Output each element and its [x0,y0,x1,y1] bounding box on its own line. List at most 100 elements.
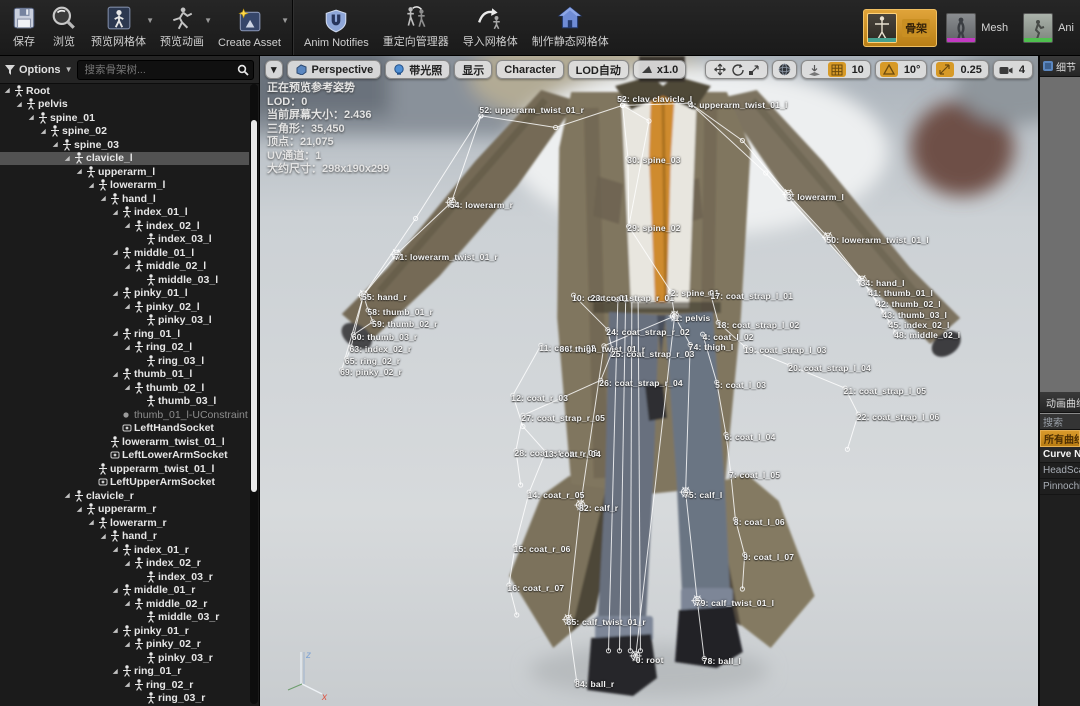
tree-row-spine_02[interactable]: ◢spine_02 [0,125,249,139]
tree-row-index_03_l[interactable]: index_03_l [0,233,249,247]
mode-animation-button[interactable]: Ani [1020,10,1080,46]
preview-mesh-button[interactable]: ▼ 预览网格体 [84,2,153,53]
curve-row[interactable]: HeadScale [1040,463,1080,479]
tree-row-lefthandsocket[interactable]: LeftHandSocket [0,422,249,436]
bone-label[interactable]: 34: hand_l [861,278,905,288]
tree-row-thumb_01_l[interactable]: ◢thumb_01_l [0,368,249,382]
save-button[interactable]: 保存 [4,2,44,53]
tree-row-spine_03[interactable]: ◢spine_03 [0,138,249,152]
tree-row-leftlowerarmsocket[interactable]: LeftLowerArmSocket [0,449,249,463]
bone-label[interactable]: 63: index_02_r [349,344,411,354]
bone-label[interactable]: 74: thigh_l [689,342,734,352]
tree-row-pinky_02_r[interactable]: ◢pinky_02_r [0,638,249,652]
bone-label[interactable]: 48: middle_02_l [894,330,960,340]
bone-label[interactable]: 55: hand_r [362,292,407,302]
bone-label[interactable]: 4: coat_l_02 [703,332,754,342]
tree-row-pinky_03_l[interactable]: pinky_03_l [0,314,249,328]
bone-label[interactable]: 69: pinky_02_r [340,367,402,377]
tree-row-ring_03_r[interactable]: ring_03_r [0,692,249,706]
tree-row-index_02_l[interactable]: ◢index_02_l [0,219,249,233]
options-filter-button[interactable]: Options ▼ [5,64,72,76]
bone-label[interactable]: 26: coat_strap_r_04 [599,378,683,388]
bone-label[interactable]: 14: coat_r_05 [528,490,585,500]
bone-label[interactable]: 24: coat_strap_r_02 [606,327,690,337]
retarget-manager-button[interactable]: 重定向管理器 [376,2,456,53]
tree-row-pinky_01_r[interactable]: ◢pinky_01_r [0,624,249,638]
tree-row-middle_01_r[interactable]: ◢middle_01_r [0,584,249,598]
make-static-mesh-button[interactable]: 制作静态网格体 [525,2,616,53]
bone-label[interactable]: 30: spine_03 [627,155,680,165]
viewport-3d[interactable]: ▾ Perspective 带光照 显示 Character LOD自动 x1.… [260,56,1038,706]
tab-anim-curves[interactable]: 动画曲线 [1040,392,1080,413]
bone-label[interactable]: 19: coat_strap_l_03 [744,345,827,355]
bone-label[interactable]: 9: coat_l_07 [743,552,794,562]
bone-label[interactable]: 52: upperarm_twist_01_r [479,105,584,115]
tree-row-ring_02_r[interactable]: ◢ring_02_r [0,678,249,692]
tree-row-ring_02_l[interactable]: ◢ring_02_l [0,341,249,355]
tree-row-ring_01_r[interactable]: ◢ring_01_r [0,665,249,679]
create-asset-button[interactable]: ▼ Create Asset [211,2,288,53]
tree-row-lowerarm_r[interactable]: ◢lowerarm_r [0,516,249,530]
bone-label[interactable]: 71: lowerarm_twist_01_r [395,252,498,262]
bone-label[interactable]: 4: upperarm_twist_01_l [689,100,788,110]
bone-label[interactable]: 82: calf_r [579,503,618,513]
tree-row-lowerarm_l[interactable]: ◢lowerarm_l [0,179,249,193]
tree-row-upperarm_l[interactable]: ◢upperarm_l [0,165,249,179]
skeleton-search-input[interactable] [82,63,233,77]
bone-label[interactable]: 78: ball_l [703,656,741,666]
curve-column-header[interactable]: Curve Nam [1040,447,1080,463]
bone-label[interactable]: 5: coat_l_03 [715,380,766,390]
bone-label[interactable]: 8: coat_l_06 [734,517,785,527]
bone-label[interactable]: 58: thumb_01_r [367,307,433,317]
bone-label[interactable]: 75: calf_l [684,490,722,500]
tree-row-pinky_02_l[interactable]: ◢pinky_02_l [0,300,249,314]
bone-label[interactable]: 21: coat_strap_l_05 [844,386,927,396]
tree-row-index_03_r[interactable]: index_03_r [0,570,249,584]
bone-label[interactable]: 16: coat_r_07 [507,583,564,593]
bone-label[interactable]: 0: root [636,655,664,665]
bone-label[interactable]: 52: clav clavicle_l [617,94,692,104]
preview-anim-button[interactable]: ▼ 预览动画 [153,2,211,53]
bone-label[interactable]: 59: thumb_02_r [372,319,438,329]
all-curves-button[interactable]: 所有曲线 [1040,430,1080,447]
tree-row-upperarm_twist_01_l[interactable]: upperarm_twist_01_l [0,462,249,476]
bone-label[interactable]: 84: ball_r [575,679,614,689]
tree-row-ring_03_l[interactable]: ring_03_l [0,354,249,368]
mode-mesh-button[interactable]: Mesh [943,10,1014,46]
browse-button[interactable]: 浏览 [44,2,84,53]
dropdown-caret-icon[interactable]: ▼ [281,16,289,25]
tree-scrollbar[interactable] [250,84,258,704]
bone-label[interactable]: 1: pelvis [675,313,711,323]
tree-row-spine_01[interactable]: ◢spine_01 [0,111,249,125]
bone-label[interactable]: 54: lowerarm_r [450,200,513,210]
tree-row-hand_r[interactable]: ◢hand_r [0,530,249,544]
tree-row-pinky_01_l[interactable]: ◢pinky_01_l [0,287,249,301]
bone-label[interactable]: 17: coat_strap_l_01 [710,291,793,301]
bone-label[interactable]: 42: thumb_02_l [876,299,941,309]
tree-row-middle_02_l[interactable]: ◢middle_02_l [0,260,249,274]
tree-row-middle_03_r[interactable]: middle_03_r [0,611,249,625]
tab-details[interactable]: 细节 [1040,56,1080,77]
bone-label[interactable]: 12: coat_r_03 [511,393,568,403]
bone-label[interactable]: 15: coat_r_06 [514,544,571,554]
tree-row-ring_01_l[interactable]: ◢ring_01_l [0,327,249,341]
bone-label[interactable]: 18: coat_strap_l_02 [717,320,800,330]
bone-label[interactable]: 6: coat_l_04 [724,432,775,442]
tree-row-middle_03_l[interactable]: middle_03_l [0,273,249,287]
bone-label[interactable]: 25: coat_strap_r_03 [611,349,695,359]
bone-label[interactable]: 22: coat_strap_l_06 [857,412,940,422]
tree-row-middle_01_l[interactable]: ◢middle_01_l [0,246,249,260]
tree-row-upperarm_r[interactable]: ◢upperarm_r [0,503,249,517]
tree-row-hand_l[interactable]: ◢hand_l [0,192,249,206]
bone-label[interactable]: 60: thumb_03_r [352,332,418,342]
tree-row-lowerarm_twist_01_l[interactable]: lowerarm_twist_01_l [0,435,249,449]
bone-label[interactable]: 27: coat_strap_r_05 [521,413,605,423]
mode-skeleton-button[interactable]: 骨架 [863,9,937,47]
bone-label[interactable]: 20: coat_strap_l_04 [788,363,871,373]
bone-label[interactable]: 79: calf_twist_01_l [696,598,774,608]
tree-row-index_01_l[interactable]: ◢index_01_l [0,206,249,220]
import-mesh-button[interactable]: 导入网格体 [456,2,525,53]
bone-label[interactable]: 45: index_02_l [889,320,950,330]
bone-label[interactable]: 29: spine_02 [627,223,680,233]
bone-label[interactable]: 85: calf_twist_01_r [567,617,646,627]
